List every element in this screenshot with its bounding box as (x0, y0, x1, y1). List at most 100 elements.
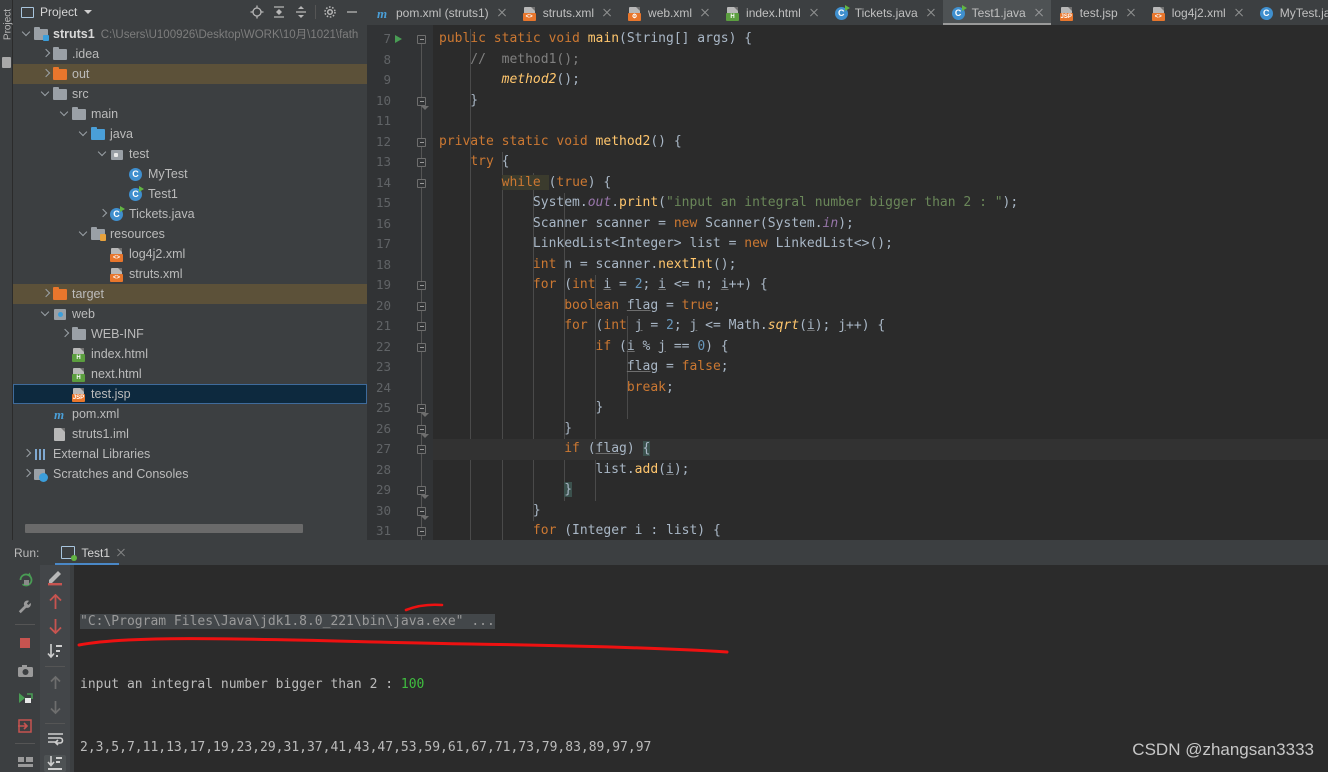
tree-expander-icon[interactable] (98, 204, 109, 224)
tree-item-src[interactable]: src (13, 84, 367, 104)
close-icon[interactable] (601, 7, 613, 19)
code-line-21[interactable]: for (int j = 2; j <= Math.sqrt(i); j++) … (433, 316, 1328, 337)
fold-toggle-icon[interactable] (417, 527, 426, 536)
code-line-20[interactable]: boolean flag = true; (433, 296, 1328, 317)
tree-item-next-html[interactable]: Hnext.html (13, 364, 367, 384)
tree-expander-icon[interactable] (98, 144, 109, 164)
editor-tab-bar[interactable]: m pom.xml (struts1) <> struts.xml ⚙ web.xml Hi… (367, 0, 1328, 25)
code-line-19[interactable]: for (int i = 2; i <= n; i++) { (433, 275, 1328, 296)
tree-item-target[interactable]: target (13, 284, 367, 304)
editor-gutter[interactable]: 7 8 9 10 11 12 13 14 15 16 17 18 19 20 21 22 23 24 25 26 27 2… (367, 25, 433, 540)
scroll-to-end-icon[interactable] (44, 754, 66, 772)
settings-gear-icon[interactable] (319, 1, 341, 23)
code-line-23[interactable]: flag = false; (433, 357, 1328, 378)
run-gutter-icon[interactable] (395, 35, 402, 43)
code-line-29[interactable]: } (433, 480, 1328, 501)
tree-item-resources[interactable]: resources (13, 224, 367, 244)
close-icon[interactable] (1033, 7, 1045, 19)
tree-expander-icon[interactable] (41, 304, 52, 324)
fold-toggle-icon[interactable] (417, 301, 426, 311)
close-icon[interactable] (808, 7, 820, 19)
close-icon[interactable] (699, 7, 711, 19)
tree-expander-icon[interactable] (22, 24, 33, 44)
code-line-26[interactable]: } (433, 419, 1328, 440)
tree-expander-icon[interactable] (60, 324, 71, 344)
tree-item-web-inf[interactable]: WEB-INF (13, 324, 367, 344)
editor-tab-tickets-java[interactable]: C Tickets.java (826, 0, 943, 25)
tree-item-test[interactable]: test (13, 144, 367, 164)
fold-toggle-icon[interactable] (417, 445, 426, 454)
up-arrow-red-icon[interactable] (44, 593, 66, 610)
edit-pencil-icon[interactable] (44, 569, 66, 586)
layout-icon[interactable] (14, 751, 36, 772)
editor-tab-web-xml[interactable]: ⚙ web.xml (619, 0, 717, 25)
tree-item-main[interactable]: main (13, 104, 367, 124)
fold-toggle-icon[interactable] (417, 35, 426, 44)
fold-toggle-icon[interactable] (417, 158, 426, 167)
tree-expander-icon[interactable] (41, 284, 52, 304)
close-icon[interactable] (1233, 7, 1245, 19)
tree-item-external-libraries[interactable]: External Libraries (13, 444, 367, 464)
editor-tab-pom-xml-struts1-[interactable]: m pom.xml (struts1) (367, 0, 514, 25)
editor-tab-log4j2-xml[interactable]: <> log4j2.xml (1143, 0, 1251, 25)
fold-toggle-icon[interactable] (417, 506, 429, 520)
down-arrow-grey-icon[interactable] (44, 698, 66, 715)
scrollbar-thumb[interactable] (25, 524, 303, 533)
tree-item-test-jsp[interactable]: JSP test.jsp (13, 384, 367, 404)
screenshot-camera-icon[interactable] (14, 660, 36, 681)
code-line-13[interactable]: try { (433, 152, 1328, 173)
editor-tab-index-html[interactable]: Hindex.html (717, 0, 826, 25)
close-icon[interactable] (925, 7, 937, 19)
fold-toggle-icon[interactable] (417, 96, 429, 110)
fold-toggle-icon[interactable] (417, 281, 426, 290)
fold-toggle-icon[interactable] (417, 342, 426, 352)
code-line-16[interactable]: Scanner scanner = new Scanner(System.in)… (433, 214, 1328, 235)
code-line-11[interactable] (433, 111, 1328, 132)
tree-item-log4j2-xml[interactable]: <> log4j2.xml (13, 244, 367, 264)
tree-expander-icon[interactable] (41, 44, 52, 64)
close-icon[interactable] (116, 547, 127, 558)
tree-item-tickets-java[interactable]: C Tickets.java (13, 204, 367, 224)
code-line-15[interactable]: System.out.print("input an integral numb… (433, 193, 1328, 214)
hide-panel-icon[interactable] (341, 1, 363, 23)
fold-toggle-icon[interactable] (417, 137, 426, 147)
tree-item-mytest[interactable]: C MyTest (13, 164, 367, 184)
tree-expander-icon[interactable] (60, 104, 71, 124)
code-line-30[interactable]: } (433, 501, 1328, 522)
editor-tab-test-jsp[interactable]: JSP test.jsp (1051, 0, 1143, 25)
close-icon[interactable] (1125, 7, 1137, 19)
tree-item-index-html[interactable]: Hindex.html (13, 344, 367, 364)
editor-code-area[interactable]: public static void main(String[] args) {… (433, 25, 1328, 540)
code-line-9[interactable]: method2(); (433, 70, 1328, 91)
code-line-28[interactable]: list.add(i); (433, 460, 1328, 481)
code-line-24[interactable]: break; (433, 378, 1328, 399)
stop-icon[interactable] (14, 632, 36, 653)
code-line-8[interactable]: // method1(); (433, 50, 1328, 71)
soft-wrap-icon[interactable] (44, 730, 66, 747)
tree-item-scratches-and-consoles[interactable]: Scratches and Consoles (13, 464, 367, 484)
tree-item-out[interactable]: out (13, 64, 367, 84)
tree-item-struts1-iml[interactable]: struts1.iml (13, 424, 367, 444)
code-editor[interactable]: 7 8 9 10 11 12 13 14 15 16 17 18 19 20 21 22 23 24 25 26 27 2… (367, 25, 1328, 540)
tree-item-struts1[interactable]: struts1 C:\Users\U100926\Desktop\WORK\10月… (13, 24, 367, 44)
project-tree[interactable]: struts1 C:\Users\U100926\Desktop\WORK\10月… (13, 24, 367, 518)
chevron-down-icon[interactable] (84, 10, 93, 14)
tree-expander-icon[interactable] (41, 64, 52, 84)
tree-item-struts-xml[interactable]: <> struts.xml (13, 264, 367, 284)
code-line-14[interactable]: while (true) { (433, 173, 1328, 194)
fold-toggle-icon[interactable] (417, 424, 429, 438)
fold-toggle-icon[interactable] (417, 178, 426, 188)
code-line-31[interactable]: for (Integer i : list) { (433, 521, 1328, 540)
tree-item-java[interactable]: java (13, 124, 367, 144)
down-arrow-red-icon[interactable] (44, 618, 66, 635)
code-line-27[interactable]: if (flag) { (433, 439, 1328, 460)
code-line-25[interactable]: } (433, 398, 1328, 419)
code-line-7[interactable]: public static void main(String[] args) { (433, 29, 1328, 50)
run-tab-test1[interactable]: Test1 (55, 540, 133, 565)
rerun-icon[interactable] (14, 569, 36, 590)
code-line-17[interactable]: LinkedList<Integer> list = new LinkedLis… (433, 234, 1328, 255)
editor-tab-test1-java[interactable]: C Test1.java (942, 0, 1051, 25)
expand-all-icon[interactable] (268, 1, 290, 23)
tree-expander-icon[interactable] (22, 464, 33, 484)
tree-expander-icon[interactable] (79, 224, 90, 244)
